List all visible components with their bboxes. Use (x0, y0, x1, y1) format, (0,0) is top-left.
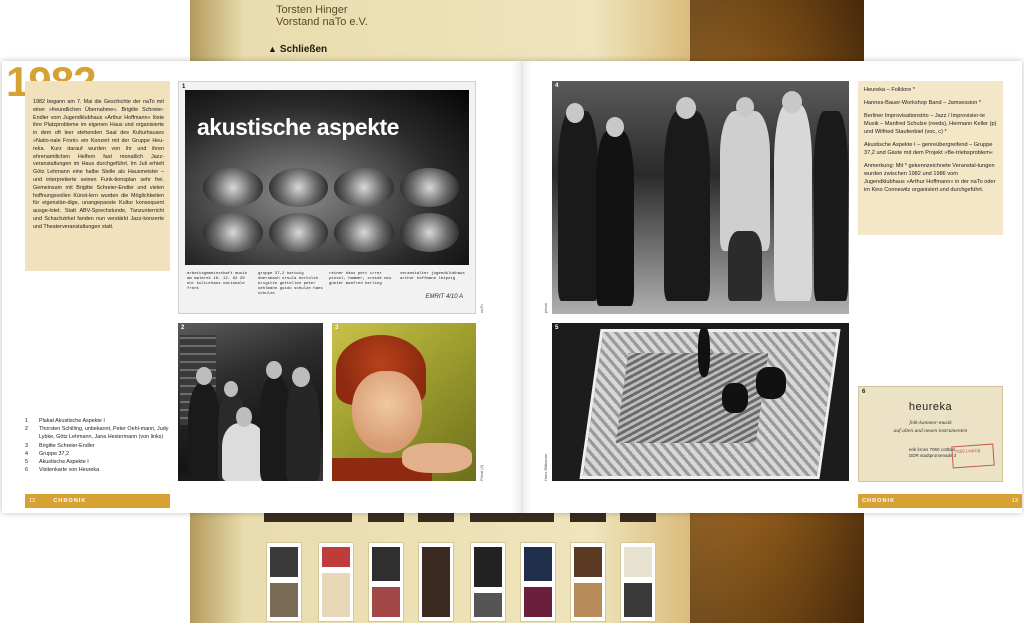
photo-credit: Hans Bittkamm (543, 453, 548, 481)
thumbnail-strip[interactable] (264, 512, 352, 522)
photo-portrait: 3 (332, 323, 476, 481)
photo-performance: 4 (552, 81, 849, 314)
card-title: heureka (908, 401, 953, 413)
photo-floor-art: 5 (552, 323, 849, 481)
card-stamp: 7050 Leipzig (951, 443, 995, 469)
spread-gutter (512, 61, 532, 513)
thumbnail-strip[interactable] (570, 512, 606, 522)
event-item: Akustische Aspekte I – genreübergreifend… (864, 142, 994, 156)
page-number: 12 (29, 498, 36, 504)
photo-credit: naTo (479, 304, 484, 313)
thumbnail-strip[interactable] (418, 512, 454, 522)
thumbnail-strip[interactable] (470, 512, 554, 522)
triangle-up-icon: ▲ (268, 44, 277, 54)
footer-bar-right: CHRONIK 13 (858, 494, 1022, 508)
thumbnail[interactable] (570, 542, 606, 622)
thumbnail-strip[interactable] (368, 512, 404, 522)
poster-info-col: reiner bänz pert irrer pinsel, hammer, s… (329, 272, 392, 286)
person-figure (188, 383, 220, 481)
poster-signature: EMRIT 4/10 A (425, 294, 463, 300)
footer-label: CHRONIK (53, 498, 87, 504)
event-note: Anmerkung: Mit * gekennzeichnete Veranst… (864, 163, 996, 193)
photo-number: 1 (182, 84, 186, 90)
photo-number: 6 (862, 389, 866, 395)
intro-textbox: 1982 begann am 7. Mai die Geschichte der… (25, 81, 170, 271)
thumbnail-strip[interactable] (620, 512, 656, 522)
poster-image: akustische aspekte (185, 90, 469, 265)
header-role: Vorstand naTo e.V. (276, 16, 368, 28)
caption-item: 4 Gruppe 37,2 (25, 450, 69, 457)
photo-credit: privat (543, 303, 548, 313)
poster-graphic (203, 168, 459, 252)
intro-text: 1982 begann am 7. Mai die Geschichte der… (33, 99, 164, 230)
poster-info-col: veranstalter jugendklubhaus arthur hoffm… (400, 272, 465, 281)
photo-number: 3 (335, 325, 339, 331)
thumbnail[interactable] (266, 542, 302, 622)
footer-bar-left: 12 CHRONIK (25, 494, 170, 508)
caption-item: 2 Thorsten Schilling, unbekannt, Peter Oe… (25, 426, 169, 441)
event-item: Hannes-Bauer-Workshop Band – Jamsession … (864, 100, 982, 106)
event-item: Heureka – Folklore * (864, 87, 915, 93)
photo-business-card: 6 heureka folk-kammer-musik auf alten un… (858, 386, 1003, 482)
poster-info: arbeitsgemeinschaft musik am malerei 16.… (187, 272, 467, 306)
photo-group: 2 (178, 323, 323, 481)
close-label: Schließen (279, 44, 328, 55)
card-subtitle: folk-kammer-musik auf alten und neuen in… (893, 420, 968, 434)
thumbnail[interactable] (520, 542, 556, 622)
caption-item: 5 Akustische Aspekte I (25, 459, 89, 466)
events-sidebar: Heureka – Folklore * Hannes-Bauer-Worksh… (858, 81, 1003, 235)
photo-number: 2 (181, 325, 185, 331)
header-name: Torsten Hinger (276, 4, 348, 16)
photo-poster: akustische aspekte 1 arbeitsgemeinschaft… (178, 81, 476, 314)
photo-credit: Privat (3) (479, 464, 484, 481)
magazine-spread: 1982 1982 begann am 7. Mai die Geschicht… (2, 58, 1022, 513)
thumbnail-grid (262, 512, 662, 623)
poster-info-col: gruppe 37,2 hartwig ebersbach ursula ber… (258, 272, 323, 296)
poster-info-col: arbeitsgemeinschaft musik am malerei 16.… (187, 272, 248, 291)
thumbnail[interactable] (418, 542, 454, 622)
thumbnail[interactable] (368, 542, 404, 622)
event-item: Berliner Improvisationstrio – Jazz / Imp… (864, 113, 997, 135)
person-figure (286, 379, 320, 481)
poster-title: akustische aspekte (197, 114, 399, 140)
caption-item: 1 Plakat Akustische Aspekte I (25, 418, 105, 424)
thumbnail[interactable] (470, 542, 506, 622)
close-button[interactable]: ▲ Schließen (268, 44, 327, 55)
background-header: Torsten Hinger Vorstand naTo e.V. (276, 4, 368, 28)
caption-item: 3 Brigitte Schreier-Endler (25, 442, 95, 449)
footer-label: CHRONIK (862, 498, 896, 504)
thumbnail[interactable] (318, 542, 354, 622)
caption-item: 6 Visitenkarte von Heureka (25, 467, 100, 474)
thumbnail[interactable] (620, 542, 656, 622)
photo-number: 5 (555, 325, 559, 331)
photo-number: 4 (555, 83, 559, 89)
caption-list: 1 Plakat Akustische Aspekte I 2 Thorsten S… (25, 417, 175, 474)
page-number: 13 (1011, 498, 1018, 504)
